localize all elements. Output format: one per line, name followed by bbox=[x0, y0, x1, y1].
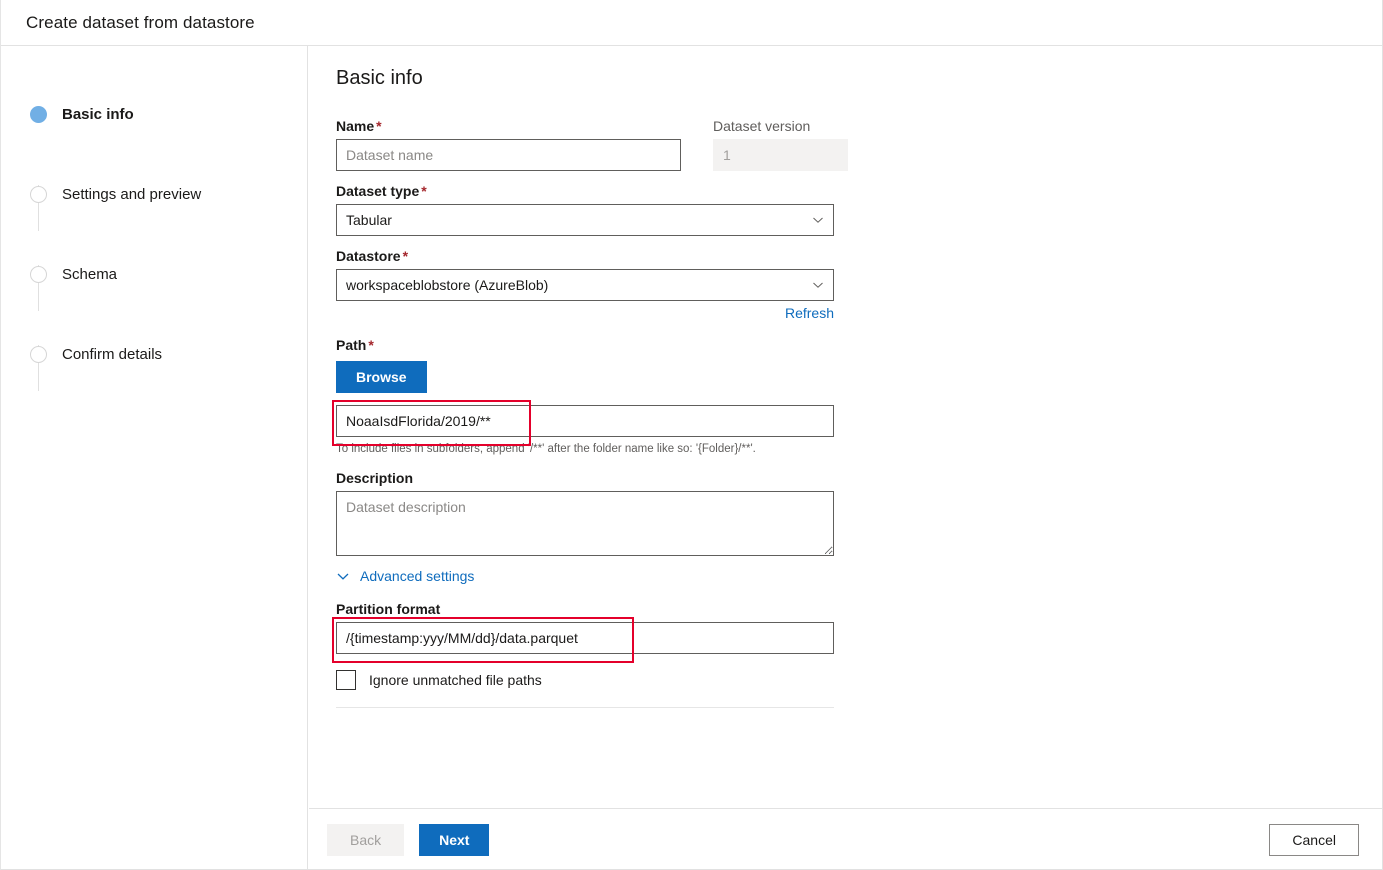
description-label: Description bbox=[336, 470, 856, 486]
dataset-type-label-text: Dataset type bbox=[336, 183, 419, 199]
step-dot-icon bbox=[30, 186, 47, 203]
partition-format-field-group: Partition format bbox=[336, 601, 856, 654]
wizard-step-sidebar: Basic info Settings and preview Schema C… bbox=[1, 46, 308, 870]
dataset-type-dropdown[interactable]: Tabular bbox=[336, 204, 834, 236]
name-version-row: Name* Dataset version bbox=[336, 118, 856, 171]
required-marker: * bbox=[421, 183, 426, 199]
partition-format-annotation bbox=[336, 622, 834, 654]
sidebar-step-label: Confirm details bbox=[62, 346, 162, 363]
sidebar-step-basic-info[interactable]: Basic info bbox=[1, 101, 307, 127]
dataset-type-label: Dataset type* bbox=[336, 183, 856, 199]
path-helper-text: To include files in subfolders, append '… bbox=[336, 441, 856, 457]
advanced-settings-toggle[interactable]: Advanced settings bbox=[336, 568, 474, 584]
step-dot-icon bbox=[30, 266, 47, 283]
chevron-down-icon bbox=[812, 279, 824, 291]
ignore-unmatched-row: Ignore unmatched file paths bbox=[336, 670, 834, 708]
ignore-unmatched-checkbox[interactable] bbox=[336, 670, 356, 690]
dataset-version-field-group: Dataset version bbox=[713, 118, 848, 171]
wizard-footer: Back Next Cancel bbox=[309, 808, 1383, 870]
create-dataset-wizard: Create dataset from datastore Basic info… bbox=[0, 0, 1383, 870]
step-dot-icon bbox=[30, 106, 47, 123]
sidebar-step-confirm-details[interactable]: Confirm details bbox=[1, 341, 307, 367]
partition-format-label: Partition format bbox=[336, 601, 856, 617]
sidebar-step-settings-and-preview[interactable]: Settings and preview bbox=[1, 181, 307, 207]
ignore-unmatched-label: Ignore unmatched file paths bbox=[369, 672, 542, 688]
datastore-selected-value: workspaceblobstore (AzureBlob) bbox=[346, 277, 548, 293]
refresh-row: Refresh bbox=[336, 305, 834, 323]
description-textarea[interactable] bbox=[336, 491, 834, 556]
basic-info-form: Name* Dataset version Dataset type* Tabu… bbox=[336, 118, 856, 708]
cancel-button[interactable]: Cancel bbox=[1269, 824, 1359, 856]
required-marker: * bbox=[376, 118, 381, 134]
sidebar-step-label: Basic info bbox=[62, 106, 134, 123]
sidebar-step-schema[interactable]: Schema bbox=[1, 261, 307, 287]
datastore-label-text: Datastore bbox=[336, 248, 401, 264]
window-title: Create dataset from datastore bbox=[26, 13, 255, 33]
main-content-panel: Basic info Name* Dataset version Dataset… bbox=[309, 46, 1383, 808]
dataset-type-selected-value: Tabular bbox=[346, 212, 392, 228]
datastore-dropdown[interactable]: workspaceblobstore (AzureBlob) bbox=[336, 269, 834, 301]
name-field-group: Name* bbox=[336, 118, 681, 171]
window-titlebar: Create dataset from datastore bbox=[1, 0, 1383, 46]
next-button[interactable]: Next bbox=[419, 824, 489, 856]
datastore-field-group: Datastore* workspaceblobstore (AzureBlob… bbox=[336, 248, 856, 323]
advanced-settings-label: Advanced settings bbox=[360, 568, 474, 584]
required-marker: * bbox=[403, 248, 408, 264]
page-title: Basic info bbox=[336, 67, 1383, 90]
required-marker: * bbox=[368, 337, 373, 353]
name-label-text: Name bbox=[336, 118, 374, 134]
dataset-version-label: Dataset version bbox=[713, 118, 848, 134]
dataset-type-field-group: Dataset type* Tabular bbox=[336, 183, 856, 236]
sidebar-step-label: Schema bbox=[62, 266, 117, 283]
footer-left-buttons: Back Next bbox=[327, 824, 489, 856]
datastore-label: Datastore* bbox=[336, 248, 856, 264]
path-input-annotation bbox=[336, 405, 834, 437]
chevron-down-icon bbox=[812, 214, 824, 226]
description-field-group: Description bbox=[336, 470, 856, 556]
path-field-group: Path* Browse To include files in subfold… bbox=[336, 337, 856, 457]
back-button[interactable]: Back bbox=[327, 824, 404, 856]
path-label-text: Path bbox=[336, 337, 366, 353]
partition-format-input[interactable] bbox=[336, 622, 834, 654]
path-label: Path* bbox=[336, 337, 856, 353]
name-label: Name* bbox=[336, 118, 681, 134]
step-dot-icon bbox=[30, 346, 47, 363]
chevron-down-icon bbox=[336, 569, 350, 583]
name-input[interactable] bbox=[336, 139, 681, 171]
sidebar-step-label: Settings and preview bbox=[62, 186, 201, 203]
browse-button[interactable]: Browse bbox=[336, 361, 427, 393]
refresh-link[interactable]: Refresh bbox=[785, 305, 834, 321]
path-input[interactable] bbox=[336, 405, 834, 437]
dataset-version-input bbox=[713, 139, 848, 171]
